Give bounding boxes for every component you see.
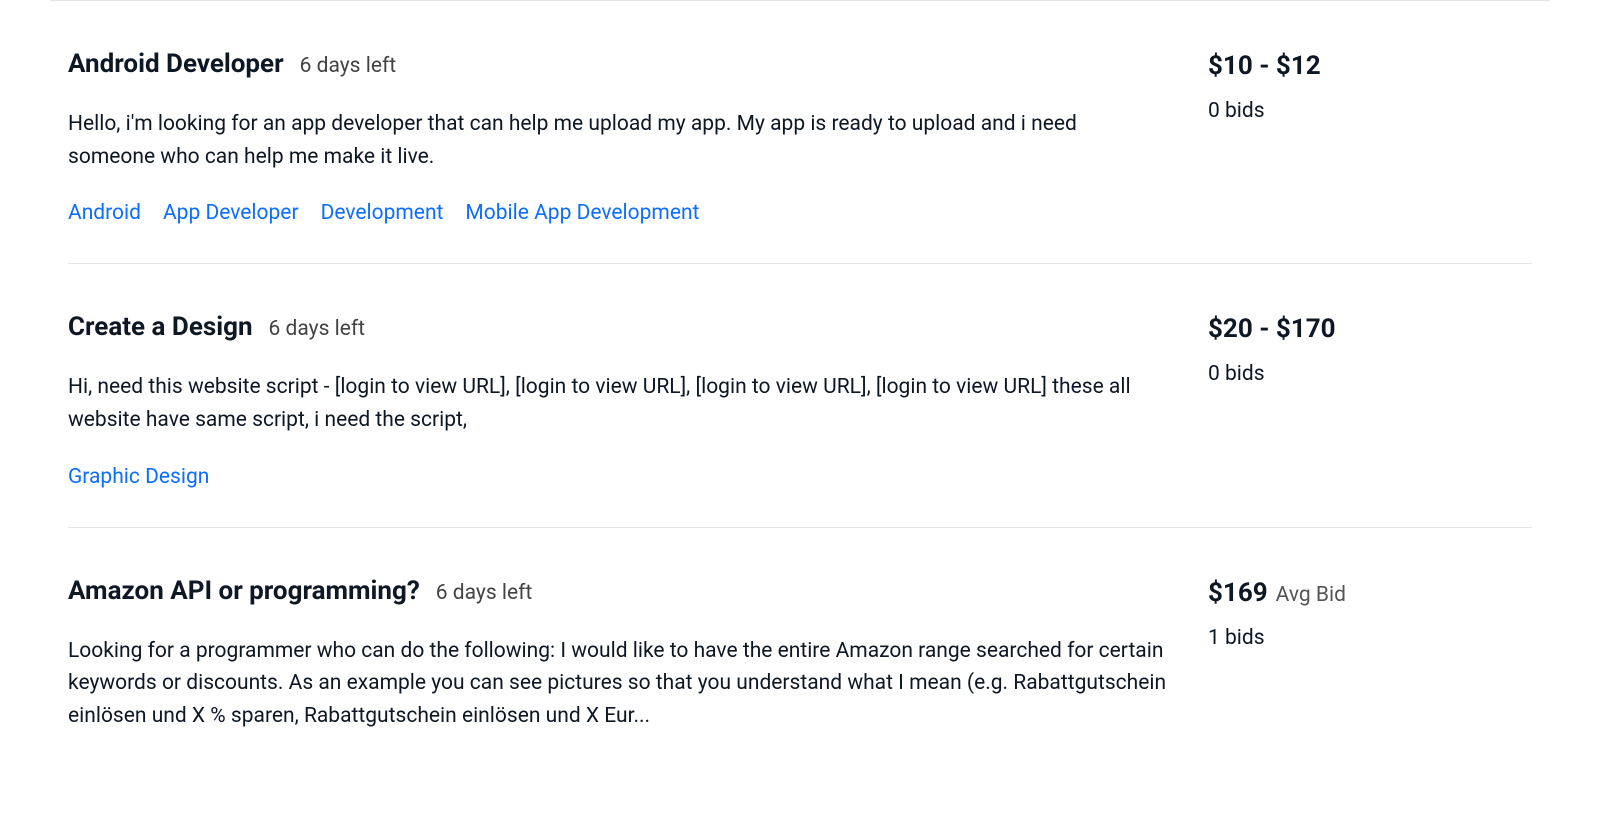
job-tag[interactable]: Graphic Design bbox=[68, 465, 209, 489]
job-tag[interactable]: Development bbox=[321, 201, 444, 225]
job-header: Android Developer 6 days left bbox=[68, 49, 1168, 80]
job-header: Create a Design 6 days left bbox=[68, 312, 1168, 343]
job-price: $169 bbox=[1208, 578, 1268, 608]
job-title[interactable]: Amazon API or programming? bbox=[68, 576, 420, 607]
job-card: Android Developer 6 days left Hello, i'm… bbox=[68, 1, 1532, 264]
job-price-line: $169 Avg Bid bbox=[1208, 578, 1488, 608]
job-listings: Android Developer 6 days left Hello, i'm… bbox=[50, 0, 1550, 798]
job-description: Hi, need this website script - [login to… bbox=[68, 371, 1168, 436]
job-header: Amazon API or programming? 6 days left bbox=[68, 576, 1168, 607]
job-title[interactable]: Android Developer bbox=[68, 49, 284, 80]
job-side: $20 - $170 0 bids bbox=[1208, 312, 1488, 488]
job-price-line: $20 - $170 bbox=[1208, 314, 1488, 344]
job-time-left: 6 days left bbox=[269, 317, 366, 341]
job-tags: Android App Developer Development Mobile… bbox=[68, 201, 1168, 225]
job-description: Looking for a programmer who can do the … bbox=[68, 635, 1168, 733]
job-tag[interactable]: Android bbox=[68, 201, 141, 225]
job-tags: Graphic Design bbox=[68, 465, 1168, 489]
job-tag[interactable]: App Developer bbox=[163, 201, 299, 225]
job-tag[interactable]: Mobile App Development bbox=[465, 201, 699, 225]
job-side: $10 - $12 0 bids bbox=[1208, 49, 1488, 225]
job-bids: 0 bids bbox=[1208, 99, 1488, 123]
job-bids: 1 bids bbox=[1208, 626, 1488, 650]
job-main: Amazon API or programming? 6 days left L… bbox=[68, 576, 1208, 761]
job-price-suffix: Avg Bid bbox=[1276, 583, 1346, 607]
job-price: $10 - $12 bbox=[1208, 51, 1321, 81]
job-time-left: 6 days left bbox=[300, 54, 397, 78]
job-description: Hello, i'm looking for an app developer … bbox=[68, 108, 1168, 173]
job-title[interactable]: Create a Design bbox=[68, 312, 253, 343]
job-time-left: 6 days left bbox=[436, 581, 533, 605]
job-main: Create a Design 6 days left Hi, need thi… bbox=[68, 312, 1208, 488]
job-bids: 0 bids bbox=[1208, 362, 1488, 386]
job-price: $20 - $170 bbox=[1208, 314, 1336, 344]
job-main: Android Developer 6 days left Hello, i'm… bbox=[68, 49, 1208, 225]
job-price-line: $10 - $12 bbox=[1208, 51, 1488, 81]
job-card: Create a Design 6 days left Hi, need thi… bbox=[68, 264, 1532, 527]
job-card: Amazon API or programming? 6 days left L… bbox=[68, 528, 1532, 799]
job-side: $169 Avg Bid 1 bids bbox=[1208, 576, 1488, 761]
